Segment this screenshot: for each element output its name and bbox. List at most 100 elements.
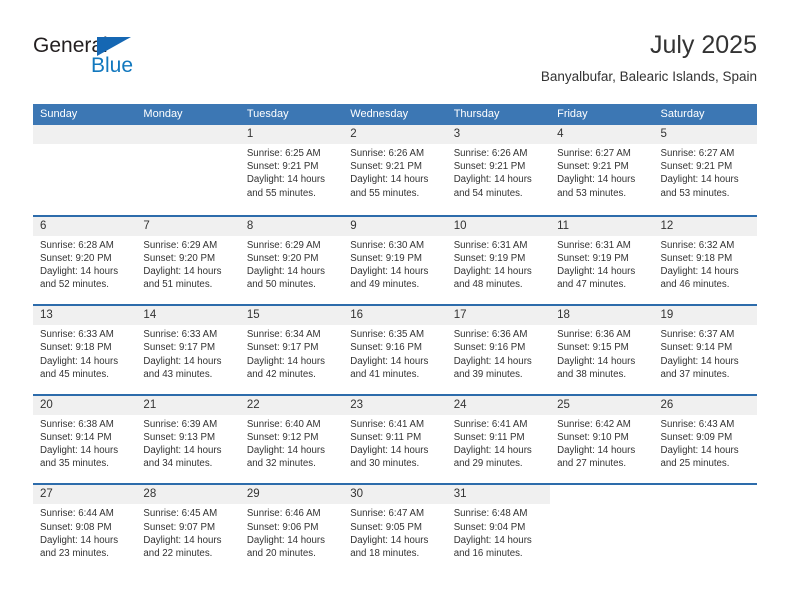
week-days: 13 Sunrise: 6:33 AM Sunset: 9:18 PM Dayligh… xyxy=(33,306,757,394)
sunrise-text: Sunrise: 6:43 AM xyxy=(660,418,735,430)
daylight-text-line1: Daylight: 14 hours xyxy=(40,355,119,367)
daylight-text-line2: and 53 minutes. xyxy=(557,187,627,199)
calendar-day-cell[interactable]: 14 Sunrise: 6:33 AM Sunset: 9:17 PM Dayligh… xyxy=(136,306,239,394)
calendar-day-cell[interactable]: 10 Sunrise: 6:31 AM Sunset: 9:19 PM Dayligh… xyxy=(447,217,550,305)
calendar-day-cell[interactable]: 21 Sunrise: 6:39 AM Sunset: 9:13 PM Dayligh… xyxy=(136,396,239,484)
day-sun-info: Sunrise: 6:29 AM Sunset: 9:20 PM Daylight:… xyxy=(247,239,339,292)
sunrise-text: Sunrise: 6:31 AM xyxy=(453,239,528,251)
calendar-day-cell[interactable]: 13 Sunrise: 6:33 AM Sunset: 9:18 PM Dayligh… xyxy=(33,306,136,394)
sunset-text: Sunset: 9:14 PM xyxy=(40,431,112,443)
calendar-day-cell[interactable]: 30 Sunrise: 6:47 AM Sunset: 9:05 PM Dayligh… xyxy=(343,485,446,573)
sunset-text: Sunset: 9:04 PM xyxy=(453,521,526,533)
calendar-day-cell[interactable]: 16 Sunrise: 6:35 AM Sunset: 9:16 PM Dayligh… xyxy=(343,306,446,394)
week-days: 27 Sunrise: 6:44 AM Sunset: 9:08 PM Dayligh… xyxy=(33,485,757,573)
daylight-text-line1: Daylight: 14 hours xyxy=(350,534,429,546)
calendar-day-cell[interactable]: 8 Sunrise: 6:29 AM Sunset: 9:20 PM Daylight… xyxy=(240,217,343,305)
day-number: 17 xyxy=(453,309,467,322)
daylight-text-line1: Daylight: 14 hours xyxy=(40,445,119,457)
calendar-day-cell[interactable]: 18 Sunrise: 6:36 AM Sunset: 9:15 PM Dayligh… xyxy=(550,306,653,394)
day-sun-info: Sunrise: 6:33 AM Sunset: 9:17 PM Daylight:… xyxy=(143,328,235,381)
sunset-text: Sunset: 9:17 PM xyxy=(143,342,216,354)
daylight-text-line2: and 32 minutes. xyxy=(246,458,316,470)
sunset-text: Sunset: 9:08 PM xyxy=(40,521,112,533)
day-sun-info: Sunrise: 6:28 AM Sunset: 9:20 PM Daylight:… xyxy=(40,239,132,292)
day-sun-info: Sunrise: 6:27 AM Sunset: 9:21 PM Daylight:… xyxy=(557,147,649,200)
calendar-day-cell[interactable]: 3 Sunrise: 6:26 AM Sunset: 9:21 PM Daylight… xyxy=(447,125,550,215)
daylight-text-line1: Daylight: 14 hours xyxy=(40,534,119,546)
calendar-day-cell[interactable]: 27 Sunrise: 6:44 AM Sunset: 9:08 PM Dayligh… xyxy=(33,485,136,573)
weekday-header-thursday: Thursday xyxy=(453,108,500,120)
day-number: 8 xyxy=(246,219,254,232)
daylight-text-line1: Daylight: 14 hours xyxy=(143,534,222,546)
calendar-day-cell[interactable]: 19 Sunrise: 6:37 AM Sunset: 9:14 PM Dayligh… xyxy=(654,306,757,394)
calendar-day-cell[interactable]: 1 Sunrise: 6:25 AM Sunset: 9:21 PM Daylight… xyxy=(240,125,343,215)
calendar-day-cell[interactable]: 2 Sunrise: 6:26 AM Sunset: 9:21 PM Daylight… xyxy=(343,125,446,215)
daylight-text-line2: and 54 minutes. xyxy=(453,187,523,199)
day-number: 23 xyxy=(350,398,364,411)
calendar-day-cell[interactable]: 28 Sunrise: 6:45 AM Sunset: 9:07 PM Dayligh… xyxy=(136,485,239,573)
calendar-day-cell[interactable]: 6 Sunrise: 6:28 AM Sunset: 9:20 PM Daylight… xyxy=(33,217,136,305)
calendar-day-cell[interactable]: 29 Sunrise: 6:46 AM Sunset: 9:06 PM Dayligh… xyxy=(240,485,343,573)
sunset-text: Sunset: 9:21 PM xyxy=(557,161,629,173)
daylight-text-line2: and 50 minutes. xyxy=(246,279,316,291)
day-sun-info: Sunrise: 6:35 AM Sunset: 9:16 PM Daylight:… xyxy=(350,328,442,381)
calendar-day-cell[interactable]: 26 Sunrise: 6:43 AM Sunset: 9:09 PM Dayligh… xyxy=(654,396,757,484)
day-sun-info: Sunrise: 6:25 AM Sunset: 9:21 PM Daylight:… xyxy=(247,147,339,200)
calendar-day-cell-empty xyxy=(654,485,757,573)
calendar-day-cell[interactable]: 7 Sunrise: 6:29 AM Sunset: 9:20 PM Daylight… xyxy=(136,217,239,305)
day-sun-info: Sunrise: 6:46 AM Sunset: 9:06 PM Daylight:… xyxy=(247,507,339,560)
sunset-text: Sunset: 9:19 PM xyxy=(350,252,422,264)
sunrise-text: Sunrise: 6:32 AM xyxy=(660,239,735,251)
day-number: 26 xyxy=(660,398,674,411)
week-days: 6 Sunrise: 6:28 AM Sunset: 9:20 PM Daylight… xyxy=(33,217,757,305)
calendar-day-cell[interactable]: 15 Sunrise: 6:34 AM Sunset: 9:17 PM Dayligh… xyxy=(240,306,343,394)
calendar-day-cell[interactable]: 9 Sunrise: 6:30 AM Sunset: 9:19 PM Daylight… xyxy=(343,217,446,305)
calendar-day-cell-empty xyxy=(550,485,653,573)
daylight-text-line1: Daylight: 14 hours xyxy=(453,355,532,367)
sunrise-text: Sunrise: 6:31 AM xyxy=(557,239,631,251)
daylight-text-line2: and 42 minutes. xyxy=(246,368,316,380)
calendar-day-cell[interactable]: 4 Sunrise: 6:27 AM Sunset: 9:21 PM Daylight… xyxy=(550,125,653,215)
calendar-day-cell[interactable]: 11 Sunrise: 6:31 AM Sunset: 9:19 PM Dayligh… xyxy=(550,217,653,305)
daylight-text-line1: Daylight: 14 hours xyxy=(557,445,636,457)
daylight-text-line1: Daylight: 14 hours xyxy=(143,445,222,457)
calendar-day-cell[interactable]: 23 Sunrise: 6:41 AM Sunset: 9:11 PM Dayligh… xyxy=(343,396,446,484)
sunset-text: Sunset: 9:11 PM xyxy=(350,431,422,443)
day-number: 19 xyxy=(660,309,674,322)
sunset-text: Sunset: 9:21 PM xyxy=(246,161,319,173)
page-subtitle: Banyalbufar, Balearic Islands, Spain xyxy=(540,69,757,84)
calendar-day-cell-empty xyxy=(33,125,136,215)
sunset-text: Sunset: 9:12 PM xyxy=(246,431,319,443)
daylight-text-line1: Daylight: 14 hours xyxy=(660,266,739,277)
sunrise-text: Sunrise: 6:34 AM xyxy=(246,329,321,341)
weekday-header-row: Sunday Monday Tuesday Wednesday Thursday Frid… xyxy=(33,104,757,125)
calendar-day-cell[interactable]: 5 Sunrise: 6:27 AM Sunset: 9:21 PM Daylight… xyxy=(654,125,757,215)
day-sun-info: Sunrise: 6:33 AM Sunset: 9:18 PM Daylight:… xyxy=(40,328,132,381)
calendar-day-cell[interactable]: 24 Sunrise: 6:41 AM Sunset: 9:11 PM Dayligh… xyxy=(447,396,550,484)
calendar-day-cell[interactable]: 12 Sunrise: 6:32 AM Sunset: 9:18 PM Dayligh… xyxy=(654,217,757,305)
day-number: 11 xyxy=(557,219,570,232)
daylight-text-line2: and 30 minutes. xyxy=(350,458,420,470)
sunset-text: Sunset: 9:13 PM xyxy=(143,431,216,443)
calendar-day-cell[interactable]: 17 Sunrise: 6:36 AM Sunset: 9:16 PM Dayligh… xyxy=(447,306,550,394)
sunrise-text: Sunrise: 6:25 AM xyxy=(246,148,321,159)
sunset-text: Sunset: 9:10 PM xyxy=(557,431,629,443)
sunrise-text: Sunrise: 6:35 AM xyxy=(350,329,425,341)
calendar-day-cell[interactable]: 20 Sunrise: 6:38 AM Sunset: 9:14 PM Dayligh… xyxy=(33,396,136,484)
sunset-text: Sunset: 9:09 PM xyxy=(660,431,733,443)
day-number: 5 xyxy=(660,128,667,140)
daylight-text-line1: Daylight: 14 hours xyxy=(660,355,739,367)
sunset-text: Sunset: 9:18 PM xyxy=(40,342,112,354)
day-sun-info: Sunrise: 6:39 AM Sunset: 9:13 PM Daylight:… xyxy=(143,418,235,471)
weekday-header-wednesday: Wednesday xyxy=(350,108,409,120)
day-number: 4 xyxy=(557,128,564,140)
sunset-text: Sunset: 9:20 PM xyxy=(40,252,112,264)
sunset-text: Sunset: 9:20 PM xyxy=(246,252,319,264)
calendar-day-cell[interactable]: 31 Sunrise: 6:48 AM Sunset: 9:04 PM Dayligh… xyxy=(447,485,550,573)
daylight-text-line1: Daylight: 14 hours xyxy=(143,355,222,367)
calendar-day-cell[interactable]: 25 Sunrise: 6:42 AM Sunset: 9:10 PM Dayligh… xyxy=(550,396,653,484)
daylight-text-line1: Daylight: 14 hours xyxy=(350,266,429,277)
sunrise-text: Sunrise: 6:41 AM xyxy=(350,418,425,430)
day-number: 28 xyxy=(143,488,157,501)
calendar-day-cell[interactable]: 22 Sunrise: 6:40 AM Sunset: 9:12 PM Dayligh… xyxy=(240,396,343,484)
